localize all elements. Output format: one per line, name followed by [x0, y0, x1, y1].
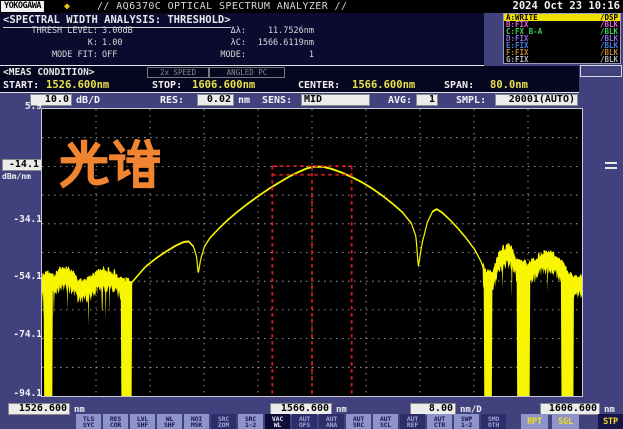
- toolbar-button-aut-src[interactable]: AUTSRC: [346, 414, 371, 429]
- sweep-button-rpt[interactable]: RPT: [521, 414, 548, 429]
- meas-condition-panel: <MEAS CONDITION> 2x SPEEDANGLED PC START…: [0, 66, 579, 93]
- toolbar-button-label: SHF: [157, 422, 182, 429]
- toolbar-button-aut-ana[interactable]: AUTANA: [319, 414, 344, 429]
- toolbar-button-label: OFS: [292, 422, 317, 429]
- spectral-width-analysis-panel: <SPECTRAL WIDTH ANALYSIS: THRESHOLD> THR…: [0, 13, 484, 66]
- meas-field-value: 1606.600nm: [192, 79, 255, 91]
- meas-field-label: START:: [3, 80, 39, 91]
- resolution-value-box: 0.02: [197, 94, 234, 106]
- spectrum-overlay-label: [60, 139, 160, 191]
- level-scale-unit: dB/D: [76, 95, 100, 106]
- toolbar-button-label: SRC: [346, 422, 371, 429]
- toolbar-button-label: ANA: [319, 422, 344, 429]
- averaging-label: AVG:: [388, 95, 412, 106]
- meas-field-label: SPAN:: [444, 80, 474, 91]
- averaging-value-box: 1: [416, 94, 438, 106]
- analysis-field-label: MODE:: [196, 50, 246, 60]
- empty-indicator-box: [580, 65, 622, 77]
- toolbar-button-label: SCL: [373, 422, 398, 429]
- ref-tick-mark: [605, 162, 617, 164]
- yokogawa-logo: YOKOGAWA: [1, 1, 44, 12]
- x-start-box: 1526.600: [8, 403, 70, 415]
- y-axis-label: -54.1: [10, 271, 42, 282]
- meas-field-label: STOP:: [152, 80, 182, 91]
- meas-badge: ANGLED PC: [209, 67, 285, 78]
- toolbar-button-label: OTH: [481, 422, 506, 429]
- toolbar-button-label: CTR: [427, 422, 452, 429]
- analysis-field-value: 1: [250, 50, 314, 60]
- toolbar-button-swp-1-2[interactable]: SWP1-2: [454, 414, 479, 429]
- sweep-button-sgl[interactable]: SGL: [552, 414, 579, 429]
- sweep-button-stp[interactable]: STP: [598, 414, 623, 429]
- y-axis-label: -34.1: [10, 214, 42, 225]
- trace-row[interactable]: G:FIX/BLK: [504, 56, 620, 63]
- toolbar-button-tls-syc[interactable]: TLSSYC: [76, 414, 101, 429]
- analysis-field-value: 3.00dB: [102, 26, 133, 36]
- trace-name: G:FIX: [506, 56, 529, 63]
- sampling-value-box: 20001(AUTO): [495, 94, 578, 106]
- toolbar-button-src-zom[interactable]: SRCZOM: [211, 414, 236, 429]
- toolbar-button-label: REF: [400, 422, 425, 429]
- ref-level-box: -14.1: [2, 159, 42, 171]
- ref-tick-mark: [605, 167, 617, 169]
- resolution-label: RES:: [160, 95, 184, 106]
- trace-mode: /BLK: [600, 56, 618, 63]
- y-axis-label: -74.1: [10, 329, 42, 340]
- toolbar-button-aut-ref[interactable]: AUTREF: [400, 414, 425, 429]
- toolbar-button-label: ZOM: [211, 422, 236, 429]
- trace-legend: A:WRITE/DSPB:FIX/BLKC:FX B-A/BLKD:FIX/BL…: [503, 13, 621, 64]
- toolbar-button-label: SYC: [76, 422, 101, 429]
- analysis-field-value: OFF: [102, 50, 117, 60]
- analysis-field-label: THRESH LEVEL:: [16, 26, 98, 36]
- toolbar-button-smo-oth[interactable]: SMOOTH: [481, 414, 506, 429]
- analysis-field-label: K:: [16, 38, 98, 48]
- sensitivity-value-box: MID: [301, 94, 370, 106]
- analysis-field-label: λC:: [196, 38, 246, 48]
- meas-badge: 2x SPEED: [147, 67, 209, 78]
- meas-field-label: CENTER:: [298, 80, 340, 91]
- analysis-field-value: 1.00: [102, 38, 122, 48]
- toolbar-button-src-1-2[interactable]: SRC1-2: [238, 414, 263, 429]
- toolbar-button-wl-shf[interactable]: WLSHF: [157, 414, 182, 429]
- sampling-label: SMPL:: [456, 95, 486, 106]
- y-axis-label: -94.1: [10, 388, 42, 399]
- analysis-field-label: Δλ:: [196, 26, 246, 36]
- meas-field-value: 1526.600nm: [46, 79, 109, 91]
- meas-condition-title: <MEAS CONDITION>: [3, 67, 95, 78]
- y-axis-top-label: 5.9: [10, 101, 42, 112]
- resolution-unit: nm: [238, 95, 250, 106]
- datetime: 2024 Oct 23 10:16: [513, 1, 620, 12]
- toolbar-button-vac-wl[interactable]: VACWL: [265, 414, 290, 429]
- toolbar-button-aut-scl[interactable]: AUTSCL: [373, 414, 398, 429]
- analysis-field-value: 1566.6119nm: [250, 38, 314, 48]
- toolbar-button-label: 1-2: [454, 422, 479, 429]
- meas-field-value: 80.0nm: [490, 79, 528, 91]
- toolbar-button-aut-ctr[interactable]: AUTCTR: [427, 414, 452, 429]
- brand-diamond-icon: ◆: [64, 0, 70, 13]
- toolbar-button-label: WL: [265, 422, 290, 429]
- toolbar-button-label: 1-2: [238, 422, 263, 429]
- sensitivity-label: SENS:: [262, 95, 292, 106]
- toolbar-button-noi-msk[interactable]: NOIMSK: [184, 414, 209, 429]
- toolbar-button-aut-ofs[interactable]: AUTOFS: [292, 414, 317, 429]
- toolbar-button-res-cor[interactable]: RESCOR: [103, 414, 128, 429]
- analysis-field-value: 11.7526nm: [250, 26, 314, 36]
- toolbar-button-lvl-shf[interactable]: LVLSHF: [130, 414, 155, 429]
- header-bar: YOKOGAWA ◆ // AQ6370C OPTICAL SPECTRUM A…: [0, 0, 623, 13]
- toolbar-button-label: MSK: [184, 422, 209, 429]
- meas-field-value: 1566.600nm: [352, 79, 415, 91]
- app-title: // AQ6370C OPTICAL SPECTRUM ANALYZER //: [97, 1, 347, 12]
- toolbar-button-label: COR: [103, 422, 128, 429]
- toolbar-button-label: SHF: [130, 422, 155, 429]
- y-axis-unit: dBm/nm: [2, 172, 31, 181]
- analysis-field-label: MODE FIT:: [16, 50, 98, 60]
